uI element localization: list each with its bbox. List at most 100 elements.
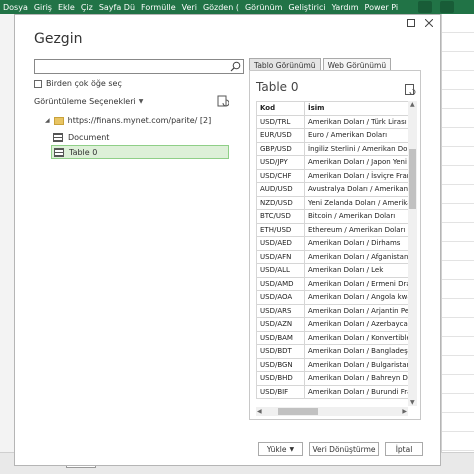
table-cell-code: USD/ARS — [256, 303, 305, 318]
table-cell-name: İngiliz Sterlini / Amerikan Dolar — [304, 141, 409, 156]
refresh-preview-icon[interactable] — [405, 84, 416, 96]
table-row: USD/BIFAmerikan Doları / Burundi Frang — [256, 384, 409, 399]
multi-select-option[interactable]: Birden çok öğe seç — [34, 79, 122, 88]
scroll-up-icon[interactable]: ▲ — [410, 101, 415, 108]
table-cell-code: USD/TRL — [256, 114, 305, 129]
ribbon-tab-developer[interactable]: Geliştirici — [285, 3, 328, 12]
dialog-title: Gezgin — [34, 31, 83, 47]
share-icon[interactable] — [440, 1, 454, 13]
ribbon-tab-page-layout[interactable]: Sayfa Dü — [96, 3, 138, 12]
close-button[interactable] — [421, 15, 437, 31]
table-cell-code: USD/CHF — [256, 168, 305, 183]
table-row: USD/JPY Amerikan Doları / Japon Yeni — [256, 155, 409, 170]
table-cell-code: USD/BIF — [256, 384, 305, 399]
table-cell-name: Amerikan Doları / Lek — [304, 263, 409, 278]
table-cell-code: USD/AFN — [256, 249, 305, 264]
table-row: USD/AMD Amerikan Doları / Ermeni Dram — [256, 276, 409, 291]
column-header[interactable]: İsim — [304, 101, 409, 116]
table-cell-name: Amerikan Doları / Bahreyn Dina — [304, 371, 409, 386]
table-cell-code: USD/BAM — [256, 330, 305, 345]
table-cell-name: Yeni Zelanda Doları / Amerikan D — [304, 195, 409, 210]
table-cell-name: Amerikan Doları / Afganistan Af — [304, 249, 409, 264]
table-cell-name: Amerikan Doları / İsviçre Frankı — [304, 168, 409, 183]
horizontal-scrollbar[interactable]: ◀ ▶ — [256, 407, 408, 416]
ribbon-tab-insert[interactable]: Ekle — [55, 3, 78, 12]
tree-item-label: Table 0 — [69, 147, 98, 157]
table-cell-name: Amerikan Doları / Dirhams — [304, 236, 409, 251]
table-cell-name: Bitcoin / Amerikan Doları — [304, 209, 409, 224]
table-cell-name: Amerikan Doları / Arjantin Peso — [304, 303, 409, 318]
ribbon-tab-formulas[interactable]: Formülle — [138, 3, 179, 12]
table-cell-code: BTC/USD — [256, 209, 305, 224]
table-cell-code: USD/BDT — [256, 344, 305, 359]
ribbon-tab-review[interactable]: Gözden ( — [200, 3, 242, 12]
table-cell-code: GBP/USD — [256, 141, 305, 156]
table-icon — [53, 132, 63, 142]
tree-item-table-0[interactable]: Table 0 — [51, 145, 229, 159]
scroll-down-icon[interactable]: ▼ — [410, 399, 415, 406]
ribbon-tab-home[interactable]: Giriş — [31, 3, 55, 12]
table-cell-code: USD/ALL — [256, 263, 305, 278]
view-options-label: Görüntüleme Seçenekleri — [34, 97, 136, 106]
maximize-button[interactable] — [403, 15, 419, 31]
table-cell-name: Amerikan Doları / Azerbaycan M — [304, 317, 409, 332]
multi-select-checkbox[interactable] — [34, 79, 42, 88]
table-cell-name: Amerikan Doları / Bangladeş Ta — [304, 344, 409, 359]
search-icon[interactable] — [230, 61, 241, 72]
table-row: EUR/USD Euro / Amerikan Doları — [256, 128, 409, 143]
table-row: USD/ALL Amerikan Doları / Lek — [256, 263, 409, 278]
scroll-right-icon[interactable]: ▶ — [402, 408, 407, 415]
column-header[interactable]: Kod — [256, 101, 305, 116]
transform-data-button[interactable]: Veri Dönüştürme — [309, 442, 379, 456]
chevron-down-icon[interactable]: ▼ — [289, 446, 294, 453]
table-row: USD/AOAAmerikan Doları / Angola kwanz — [256, 290, 409, 305]
scroll-thumb[interactable] — [278, 408, 318, 415]
preview-title: Table 0 — [256, 80, 299, 94]
table-row: USD/ARS Amerikan Doları / Arjantin Peso — [256, 303, 409, 318]
table-row: ETH/USD Ethereum / Amerikan Doları — [256, 222, 409, 237]
maximize-icon — [407, 19, 415, 27]
folder-icon — [53, 116, 64, 125]
preview-pane: Table 0 Kod İsim USD/TRL Amerikan Doları … — [249, 70, 421, 420]
preview-table: Kod İsim USD/TRL Amerikan Doları / Türk L… — [256, 101, 409, 399]
ribbon-tab-file[interactable]: Dosya — [0, 3, 31, 12]
table-cell-code: USD/JPY — [256, 155, 305, 170]
scroll-thumb[interactable] — [409, 149, 416, 209]
ribbon-tab-draw[interactable]: Çiz — [78, 3, 96, 12]
expand-triangle-icon[interactable]: ◢ — [45, 117, 50, 124]
tree-item-document[interactable]: Document — [51, 130, 109, 144]
table-cell-code: AUD/USD — [256, 182, 305, 197]
table-row: USD/BDT Amerikan Doları / Bangladeş Ta — [256, 344, 409, 359]
table-cell-name: Amerikan Doları / Ermeni Dram — [304, 276, 409, 291]
scroll-left-icon[interactable]: ◀ — [257, 408, 262, 415]
table-cell-name: Avustralya Doları / Amerikan Do — [304, 182, 409, 197]
vertical-scrollbar[interactable]: ▲ ▼ — [408, 101, 417, 406]
table-cell-code: NZD/USD — [256, 195, 305, 210]
ribbon-tab-data[interactable]: Veri — [179, 3, 200, 12]
search-input[interactable] — [34, 59, 244, 74]
table-row: NZD/USDYeni Zelanda Doları / Amerikan D — [256, 195, 409, 210]
table-cell-name: Euro / Amerikan Doları — [304, 128, 409, 143]
table-row: AUD/USDAvustralya Doları / Amerikan Do — [256, 182, 409, 197]
ribbon-tab-help[interactable]: Yardım — [329, 3, 362, 12]
table-cell-code: ETH/USD — [256, 222, 305, 237]
ribbon-tab-view[interactable]: Görünüm — [242, 3, 285, 12]
table-row: GBP/USD İngiliz Sterlini / Amerikan Dolar — [256, 141, 409, 156]
load-button[interactable]: Yükle ▼ — [258, 442, 303, 456]
table-cell-name: Amerikan Doları / Konvertible M — [304, 330, 409, 345]
table-row: USD/BAM Amerikan Doları / Konvertible M — [256, 330, 409, 345]
table-row: USD/TRL Amerikan Doları / Türk Lirası — [256, 114, 409, 129]
table-icon — [54, 147, 64, 157]
view-options-dropdown[interactable]: Görüntüleme Seçenekleri ▼ — [34, 97, 143, 106]
table-cell-code: USD/BGN — [256, 357, 305, 372]
ribbon-tab-power-pivot[interactable]: Power Pi — [362, 3, 402, 12]
tree-root-source[interactable]: ◢ https://finans.mynet.com/parite/ [2] — [45, 116, 211, 125]
table-cell-code: USD/AED — [256, 236, 305, 251]
tree-root-label: https://finans.mynet.com/parite/ [2] — [67, 116, 212, 125]
table-row: USD/AFN Amerikan Doları / Afganistan Af — [256, 249, 409, 264]
cancel-button[interactable]: İptal — [385, 442, 423, 456]
table-row: USD/BHD Amerikan Doları / Bahreyn Dina — [256, 371, 409, 386]
comment-icon[interactable] — [418, 1, 432, 13]
table-cell-name: Amerikan Doları / Bulgaristan Le — [304, 357, 409, 372]
refresh-icon[interactable] — [217, 95, 229, 107]
